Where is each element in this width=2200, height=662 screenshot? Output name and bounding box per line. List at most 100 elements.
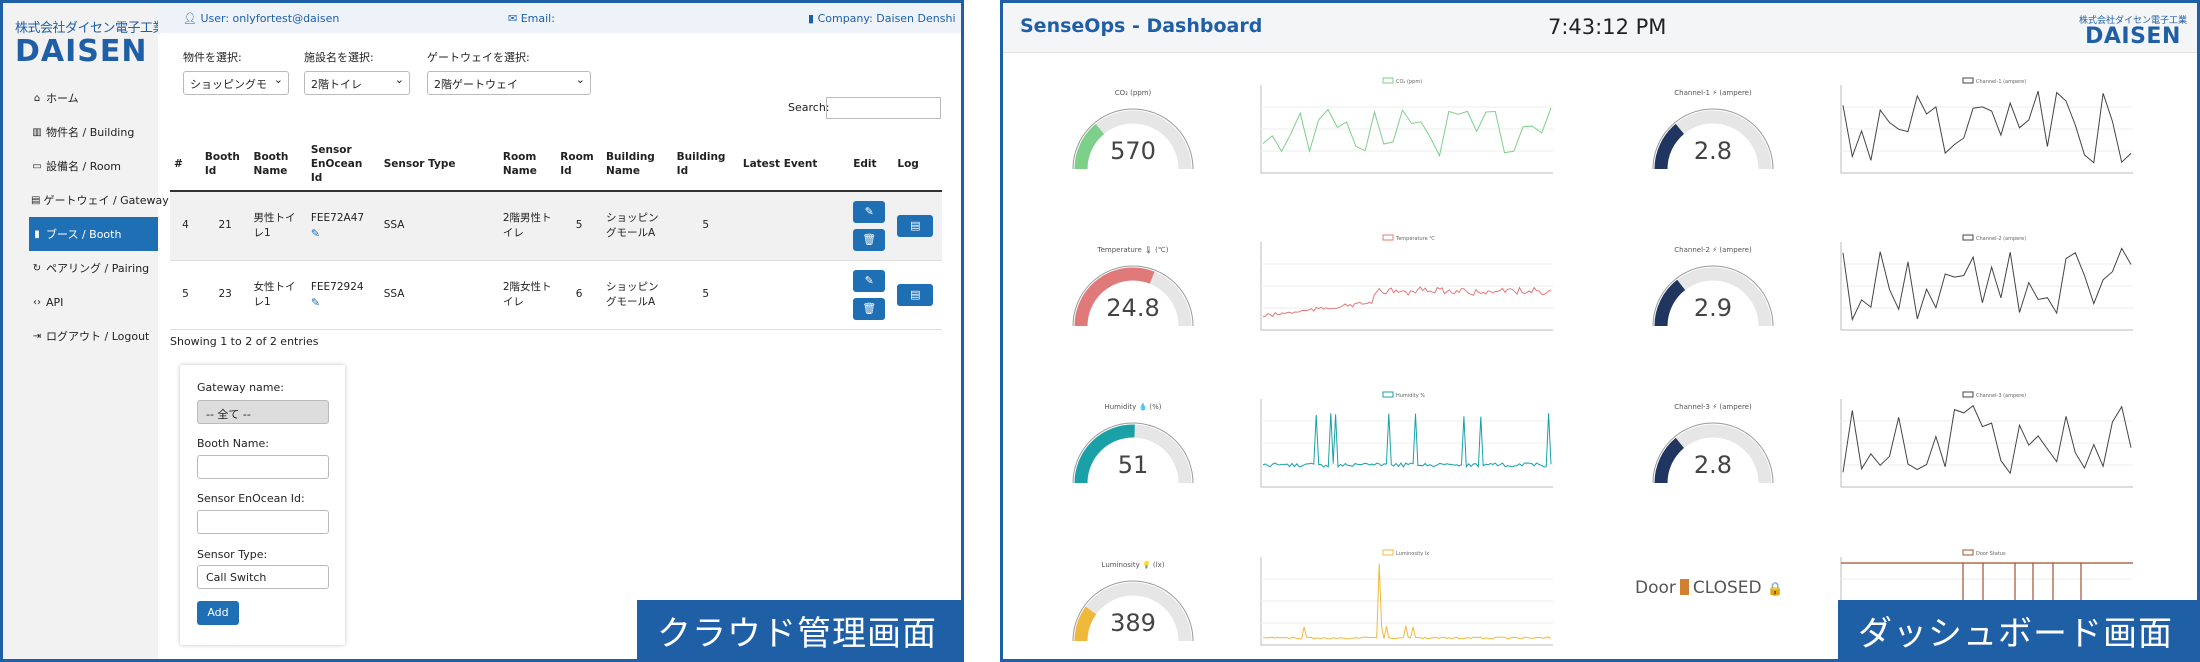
- email-info: ✉ Email:: [508, 12, 555, 25]
- cloud-admin-panel: 株式会社ダイセン電子工業 DAISEN ⌂ ホーム ▥ 物件名 / Building ▭…: [0, 0, 964, 662]
- delete-button[interactable]: 🗑︎: [853, 297, 886, 320]
- column-header[interactable]: Sensor EnOcean Id: [306, 138, 380, 192]
- cell-text: FEE72924: [310, 280, 364, 293]
- series-line: [1842, 90, 2132, 164]
- edit-sensor-icon[interactable]: ✎: [311, 295, 376, 310]
- sidebar-nav: ⌂ ホーム ▥ 物件名 / Building ▭ 設備名 / Room ▤ ゲートウェイ / …: [29, 81, 169, 353]
- form-gateway-select[interactable]: -- 全て --: [197, 400, 329, 424]
- sidebar-item-1[interactable]: ▥ 物件名 / Building: [29, 115, 158, 149]
- sidebar-item-label: ログアウト / Logout: [46, 330, 150, 343]
- column-header[interactable]: Log: [893, 138, 942, 192]
- panel-caption: クラウド管理画面: [637, 600, 961, 659]
- cell-text: 6: [575, 288, 583, 300]
- cell-log: ▤: [893, 191, 942, 261]
- cell-building-name: ショッピングモールA: [602, 191, 673, 261]
- column-header[interactable]: Booth Name: [249, 138, 307, 192]
- gauge-value: 24.8: [1106, 294, 1160, 322]
- series-line: [1842, 247, 2132, 322]
- column-header[interactable]: Building Name: [602, 138, 673, 192]
- gauge-value: 2.8: [1693, 137, 1733, 165]
- sidebar-item-6[interactable]: ‹› API: [29, 285, 158, 319]
- door-icon: [1679, 579, 1689, 595]
- chart-plot: Luminosity lx: [1260, 549, 1553, 646]
- sidebar-item-0[interactable]: ⌂ ホーム: [29, 81, 158, 115]
- user-info: 👤︎ User: onlyfortest@daisen: [183, 12, 339, 25]
- cell-text: FEE72A47: [310, 211, 365, 224]
- time-series-chart: Channel-2 (ampere): [1823, 234, 2143, 344]
- cell-room-id: 5: [556, 191, 603, 261]
- gateway-filter-label: ゲートウェイを選択:: [427, 51, 530, 64]
- sidebar-item-7[interactable]: ⇥ ログアウト / Logout: [29, 319, 158, 353]
- column-header[interactable]: Latest Event: [738, 138, 850, 192]
- sidebar-item-4[interactable]: ▮ ブース / Booth: [29, 217, 158, 251]
- gauge: Temperature 🌡 (℃) 24.8: [1068, 236, 1198, 346]
- legend-label: Temperature ℃: [1395, 236, 1435, 242]
- cell-text: SSA: [383, 288, 405, 300]
- floor-select[interactable]: 2階トイレ: [304, 71, 410, 95]
- gauge-value: 570: [1110, 137, 1156, 165]
- chart-plot: Channel-1 (ampere): [1840, 77, 2133, 174]
- cell-sensor-id: FEE72A47 ✎: [306, 191, 380, 261]
- column-header[interactable]: Edit: [849, 138, 894, 192]
- gauge-value: 2.8: [1693, 451, 1733, 479]
- user-text: User: onlyfortest@daisen: [200, 12, 340, 25]
- column-header[interactable]: Sensor Type: [379, 138, 499, 192]
- delete-button[interactable]: 🗑︎: [853, 228, 886, 251]
- sidebar-item-5[interactable]: ↻ ペアリング / Pairing: [29, 251, 158, 285]
- gauge: Channel-1 ⚡ (ampere) 2.8: [1648, 79, 1778, 189]
- building-icon: ▥: [32, 126, 42, 138]
- column-header[interactable]: #: [170, 138, 201, 192]
- form-sensor-input[interactable]: [197, 510, 329, 534]
- floor-filter-label: 施設名を選択:: [304, 51, 374, 64]
- sidebar-item-3[interactable]: ▤ ゲートウェイ / Gateway: [29, 183, 169, 217]
- sidebar-item-label: ブース / Booth: [46, 228, 122, 241]
- sidebar-item-label: ホーム: [46, 92, 79, 105]
- edit-button[interactable]: ✎: [853, 200, 886, 223]
- form-booth-input[interactable]: [197, 455, 329, 479]
- chart-plot: Humidity %: [1260, 391, 1553, 488]
- log-button[interactable]: ▤: [897, 214, 934, 237]
- sidebar-item-2[interactable]: ▭ 設備名 / Room: [29, 149, 158, 183]
- company-info: ▮ Company: Daisen Denshi: [808, 12, 956, 25]
- log-button[interactable]: ▤: [897, 283, 934, 306]
- cell-no: 4: [170, 191, 201, 261]
- edit-button[interactable]: ✎: [853, 269, 886, 292]
- column-header[interactable]: Building Id: [672, 138, 739, 192]
- cell-building-id: 5: [672, 260, 739, 330]
- gateway-select[interactable]: 2階ゲートウェイ: [427, 71, 591, 95]
- logout-icon: ⇥: [32, 330, 42, 342]
- legend-swatch: [1382, 234, 1394, 241]
- edit-sensor-icon[interactable]: ✎: [311, 226, 376, 241]
- gauge-value: 51: [1117, 451, 1149, 479]
- form-sensor-label: Sensor EnOcean Id:: [197, 492, 305, 505]
- cell-booth-name: 男性トイレ1: [249, 191, 307, 261]
- series-line: [1842, 404, 2132, 475]
- cell-text: 5: [575, 219, 583, 232]
- company-icon: ▮: [808, 12, 818, 25]
- gauge-value: 2.9: [1693, 294, 1733, 322]
- gateway-filter: ゲートウェイを選択: 2階ゲートウェイ: [427, 49, 591, 95]
- cell-text: 男性トイレ1: [253, 211, 296, 239]
- column-header[interactable]: Booth Id: [200, 138, 250, 192]
- gauge-label: CO₂ (ppm): [1114, 89, 1152, 97]
- search-input[interactable]: [826, 97, 941, 119]
- time-series-chart: Temperature ℃: [1243, 234, 1563, 344]
- logo-wordmark: DAISEN: [2085, 24, 2181, 49]
- column-header[interactable]: Room Name: [498, 138, 557, 192]
- top-info-bar: 👤︎ User: onlyfortest@daisen ✉ Email: ▮ C…: [158, 3, 961, 33]
- sidebar-item-label: ゲートウェイ / Gateway: [43, 194, 169, 207]
- chart-plot: CO₂ (ppm): [1260, 77, 1553, 174]
- add-button[interactable]: Add: [197, 601, 239, 625]
- form-type-select[interactable]: Call Switch: [197, 565, 329, 589]
- cell-text: 2階男性トイレ: [502, 211, 552, 239]
- column-header[interactable]: Room Id: [556, 138, 603, 192]
- pairing-icon: ↻: [32, 262, 42, 274]
- property-select[interactable]: ショッピングモ: [183, 71, 289, 95]
- cell-booth-name: 女性トイレ1: [249, 260, 307, 330]
- legend-label: CO₂ (ppm): [1396, 79, 1422, 85]
- lock-icon: 🔒: [1767, 582, 1784, 597]
- table-row: 5 23 女性トイレ1 FEE72924 ✎ SSA 2階女性トイレ 6 ショッピングモールA 5…: [170, 260, 942, 330]
- gauge-label: Humidity 💧 (%): [1104, 403, 1162, 411]
- gauge: Channel-2 ⚡ (ampere) 2.9: [1648, 236, 1778, 346]
- cell-booth-id: 21: [200, 191, 250, 261]
